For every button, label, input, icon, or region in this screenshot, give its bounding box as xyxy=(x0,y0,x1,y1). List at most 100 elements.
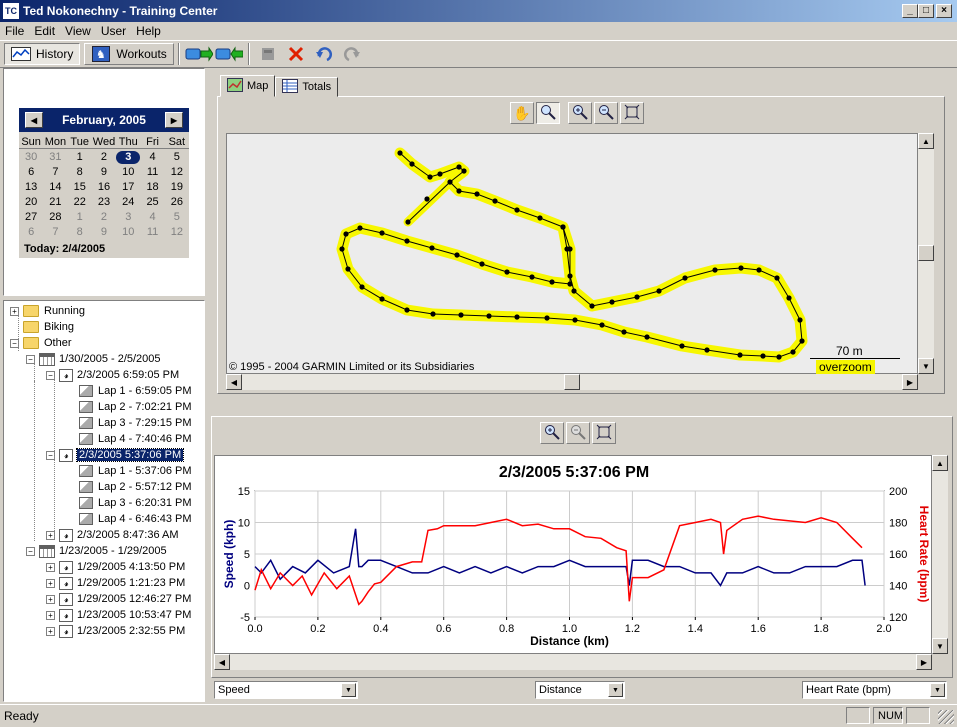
calendar-day[interactable]: 24 xyxy=(116,196,140,209)
scroll-down-icon[interactable]: ▼ xyxy=(918,358,934,374)
workouts-button[interactable]: ♞ Workouts xyxy=(84,43,174,65)
scroll-right-icon[interactable]: ▶ xyxy=(916,654,932,670)
resize-grip[interactable] xyxy=(938,710,954,724)
calendar-day[interactable]: 20 xyxy=(19,196,43,209)
trackpoint[interactable] xyxy=(774,275,780,281)
receive-from-device-icon[interactable] xyxy=(214,46,244,62)
properties-icon[interactable] xyxy=(254,46,282,62)
calendar-day[interactable]: 28 xyxy=(43,211,67,224)
trackpoint[interactable] xyxy=(456,188,462,194)
scroll-right-icon[interactable]: ▶ xyxy=(902,374,918,390)
trackpoint[interactable] xyxy=(634,294,640,300)
trackpoint[interactable] xyxy=(397,150,403,156)
trackpoint[interactable] xyxy=(621,329,627,335)
calendar-day[interactable]: 30 xyxy=(19,151,43,164)
chart-horizontal-scrollbar[interactable]: ◀ ▶ xyxy=(214,654,932,670)
calendar-day[interactable]: 8 xyxy=(68,226,92,239)
zoom-out-button[interactable] xyxy=(594,102,618,124)
chart-zoom-in-button[interactable] xyxy=(540,422,564,444)
calendar-day[interactable]: 1 xyxy=(68,151,92,164)
route-map[interactable] xyxy=(227,134,918,374)
tree-item[interactable]: − 𝓇 2/3/2005 5:37:06 PM xyxy=(46,447,185,463)
trackpoint[interactable] xyxy=(458,312,464,318)
maximize-button[interactable]: □ xyxy=(918,4,934,18)
tree-item[interactable]: Lap 4 - 6:46:43 PM xyxy=(66,511,192,527)
left-axis-select[interactable]: Speed ▼ xyxy=(214,681,358,699)
trackpoint[interactable] xyxy=(486,313,492,319)
tree-item[interactable]: + Running xyxy=(10,303,85,319)
trackpoint[interactable] xyxy=(786,295,792,301)
tree-item[interactable]: − 1/23/2005 - 1/29/2005 xyxy=(26,543,167,559)
trackpoint[interactable] xyxy=(514,314,520,320)
trackpoint[interactable] xyxy=(357,225,363,231)
chart-zoom-fit-button[interactable] xyxy=(592,422,616,444)
redo-icon[interactable] xyxy=(338,46,366,62)
tree-item[interactable]: Lap 3 - 7:29:15 PM xyxy=(66,415,192,431)
scroll-down-icon[interactable]: ▼ xyxy=(932,638,948,654)
trackpoint[interactable] xyxy=(704,347,710,353)
calendar-day[interactable]: 13 xyxy=(19,181,43,194)
trackpoint[interactable] xyxy=(790,349,796,355)
trackpoint[interactable] xyxy=(567,246,573,252)
expand-icon[interactable]: + xyxy=(46,594,55,604)
menu-edit[interactable]: Edit xyxy=(29,24,60,38)
right-axis-select[interactable]: Heart Rate (bpm) ▼ xyxy=(802,681,947,699)
chevron-down-icon[interactable]: ▼ xyxy=(930,683,945,697)
calendar-day[interactable]: 17 xyxy=(116,181,140,194)
trackpoint[interactable] xyxy=(712,267,718,273)
next-month-button[interactable]: ▶ xyxy=(165,112,183,128)
trackpoint[interactable] xyxy=(514,207,520,213)
trackpoint[interactable] xyxy=(427,174,433,180)
trackpoint[interactable] xyxy=(405,219,411,225)
calendar-day[interactable]: 5 xyxy=(165,151,189,164)
calendar-day[interactable]: 1 xyxy=(68,211,92,224)
tree-item[interactable]: + 𝓇 1/29/2005 1:21:23 PM xyxy=(46,575,185,591)
calendar-day[interactable]: 12 xyxy=(165,166,189,179)
trackpoint[interactable] xyxy=(572,317,578,323)
calendar-day[interactable]: 7 xyxy=(43,226,67,239)
map-vertical-scrollbar[interactable]: ▲ ▼ xyxy=(918,133,934,374)
tree-item[interactable]: Lap 2 - 7:02:21 PM xyxy=(66,399,192,415)
calendar-day[interactable]: 9 xyxy=(92,166,116,179)
scroll-left-icon[interactable]: ◀ xyxy=(214,654,230,670)
calendar-day[interactable]: 22 xyxy=(68,196,92,209)
trackpoint[interactable] xyxy=(737,352,743,358)
chevron-down-icon[interactable]: ▼ xyxy=(341,683,356,697)
close-button[interactable]: × xyxy=(936,4,952,18)
trackpoint[interactable] xyxy=(359,284,365,290)
calendar-day[interactable]: 10 xyxy=(116,226,140,239)
scroll-left-icon[interactable]: ◀ xyxy=(226,374,242,390)
tree-item[interactable]: Lap 4 - 7:40:46 PM xyxy=(66,431,192,447)
calendar-day[interactable]: 21 xyxy=(43,196,67,209)
collapse-icon[interactable]: − xyxy=(26,546,35,556)
trackpoint[interactable] xyxy=(799,338,805,344)
today-label[interactable]: Today: 2/4/2005 xyxy=(24,243,105,255)
trackpoint[interactable] xyxy=(339,246,345,252)
calendar-day[interactable]: 16 xyxy=(92,181,116,194)
calendar-day[interactable]: 25 xyxy=(140,196,164,209)
send-to-device-icon[interactable] xyxy=(184,46,214,62)
tree-item[interactable]: + 𝓇 2/3/2005 8:47:36 AM xyxy=(46,527,179,543)
pan-button[interactable]: ✋ xyxy=(510,102,534,124)
map-view[interactable] xyxy=(226,133,918,374)
expand-icon[interactable]: + xyxy=(46,626,55,636)
trackpoint[interactable] xyxy=(379,296,385,302)
calendar-day[interactable]: 2 xyxy=(92,211,116,224)
calendar-day[interactable]: 11 xyxy=(140,226,164,239)
trackpoint[interactable] xyxy=(567,273,573,279)
trackpoint[interactable] xyxy=(456,164,462,170)
trackpoint[interactable] xyxy=(544,315,550,321)
minimize-button[interactable]: _ xyxy=(902,4,918,18)
calendar-day[interactable]: 23 xyxy=(92,196,116,209)
calendar-day[interactable]: 10 xyxy=(116,166,140,179)
trackpoint[interactable] xyxy=(760,353,766,359)
trackpoint[interactable] xyxy=(461,168,467,174)
zoom-in-button[interactable] xyxy=(568,102,592,124)
calendar-day[interactable]: 3 xyxy=(116,211,140,224)
trackpoint[interactable] xyxy=(429,245,435,251)
trackpoint[interactable] xyxy=(756,267,762,273)
tree-item[interactable]: − Other xyxy=(10,335,72,351)
trackpoint[interactable] xyxy=(343,231,349,237)
calendar-day[interactable]: 14 xyxy=(43,181,67,194)
calendar-day[interactable]: 7 xyxy=(43,166,67,179)
